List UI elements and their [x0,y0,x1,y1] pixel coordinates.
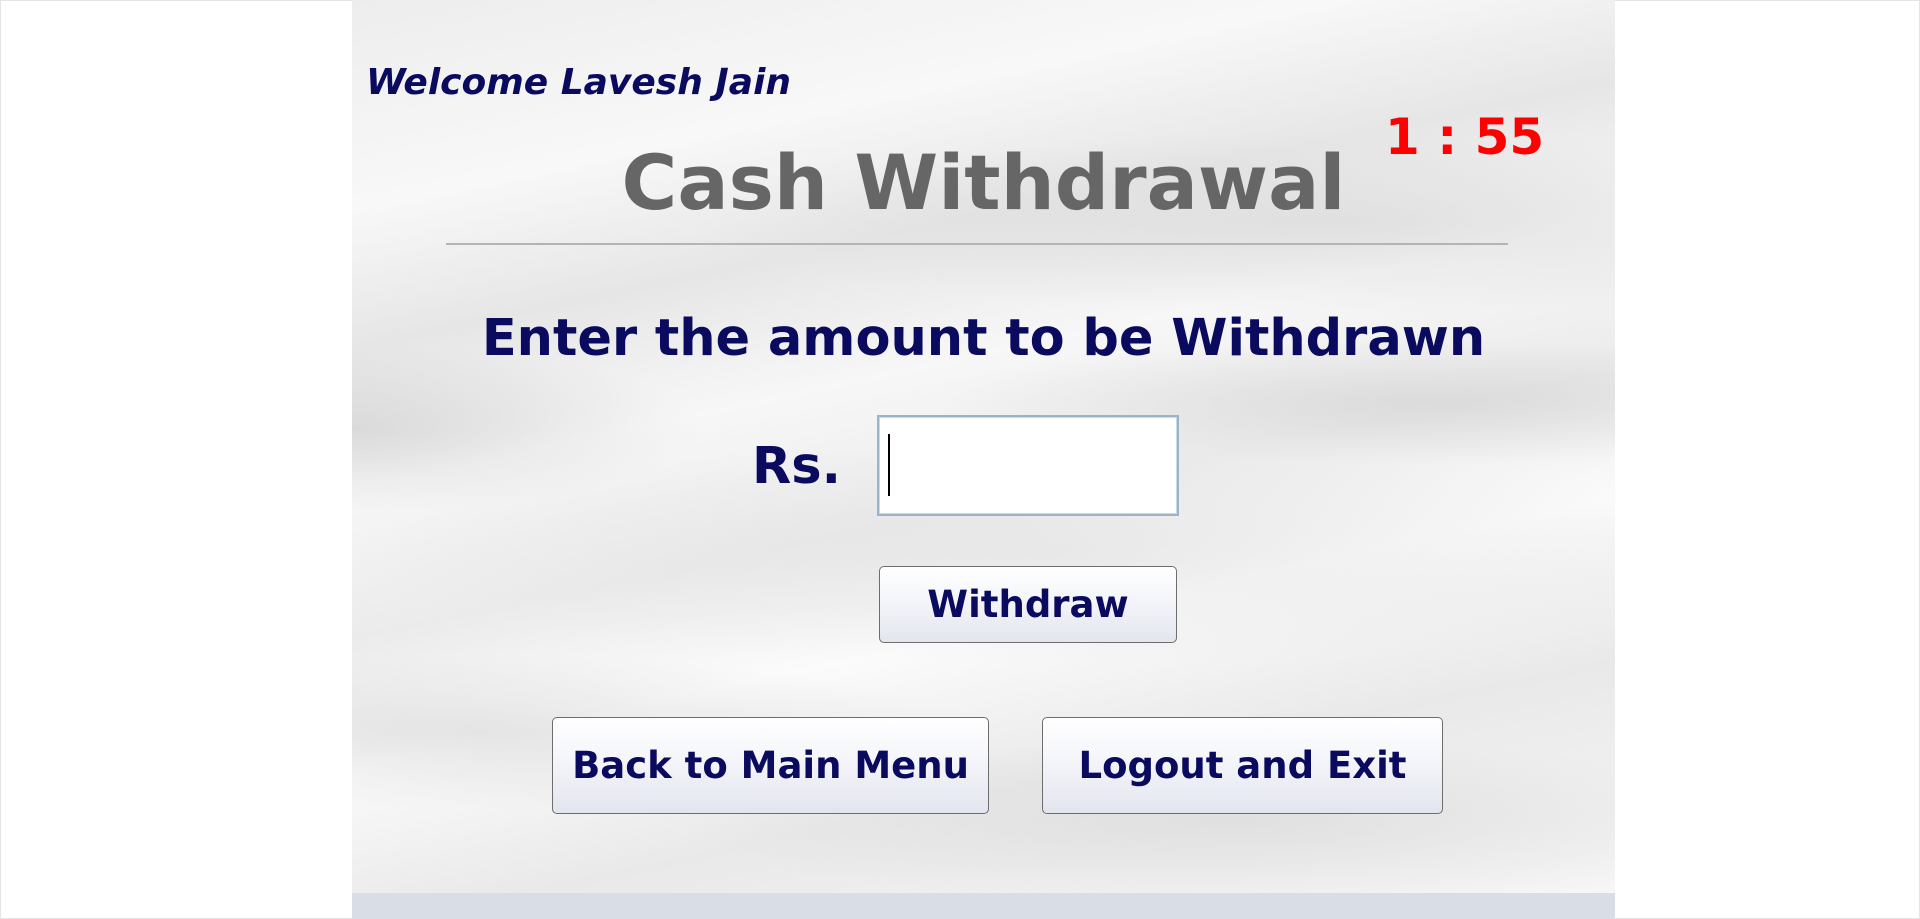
welcome-message: Welcome Lavesh Jain [366,62,792,103]
panel-footer-strip [352,893,1615,919]
amount-input[interactable] [877,415,1179,516]
title-divider [446,243,1508,245]
page-title: Cash Withdrawal [621,138,1346,227]
withdraw-button[interactable]: Withdraw [879,566,1177,643]
amount-prompt: Enter the amount to be Withdrawn [481,309,1486,368]
text-cursor [888,434,890,496]
currency-label: Rs. [752,437,842,496]
logout-and-exit-button[interactable]: Logout and Exit [1042,717,1443,814]
back-to-main-menu-button[interactable]: Back to Main Menu [552,717,989,814]
